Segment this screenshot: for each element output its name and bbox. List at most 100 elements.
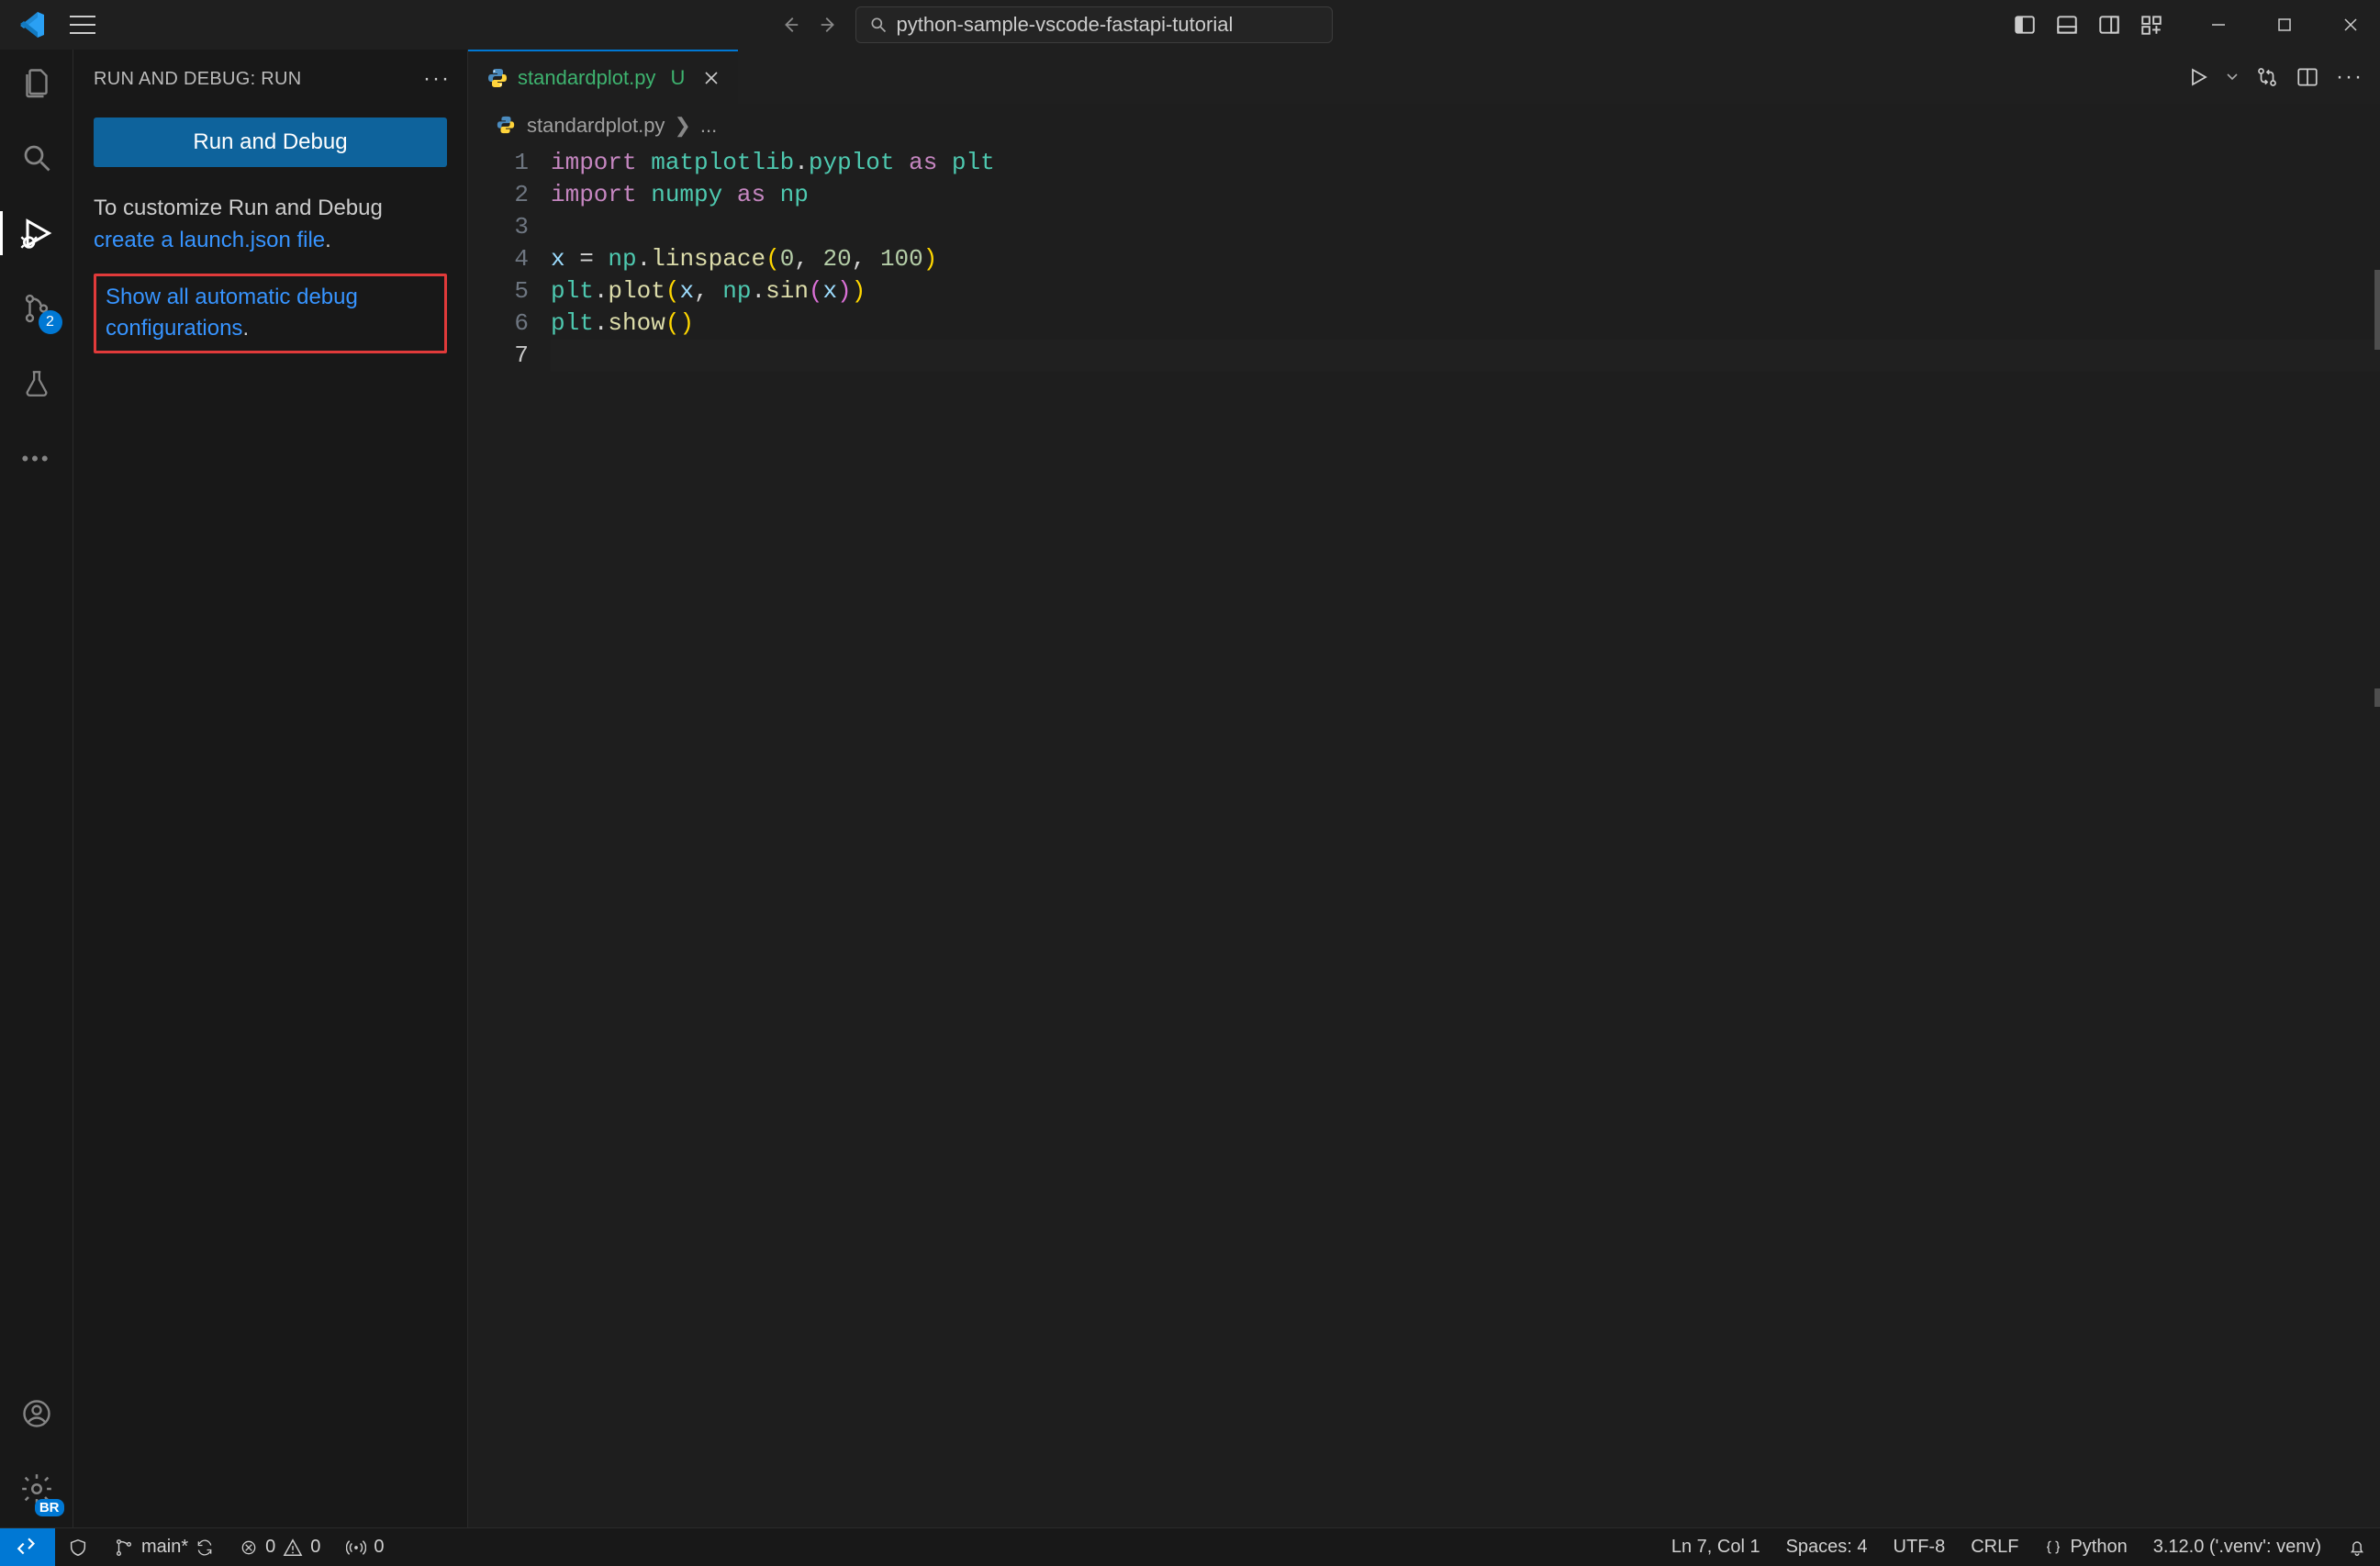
tab-close-button[interactable]	[703, 70, 720, 86]
editor-more-button[interactable]: ···	[2336, 64, 2363, 90]
search-icon	[869, 16, 888, 34]
run-debug-sidebar: RUN AND DEBUG: RUN ··· Run and Debug To …	[73, 50, 468, 1527]
window-maximize-button[interactable]	[2263, 6, 2307, 44]
tab-filename: standardplot.py	[518, 66, 655, 90]
status-language[interactable]: Python	[2031, 1528, 2140, 1566]
minimize-icon	[2210, 17, 2227, 33]
split-editor-button[interactable]	[2296, 65, 2319, 89]
port-count: 0	[374, 1537, 384, 1558]
files-icon	[20, 66, 53, 99]
customize-prefix: To customize Run and Debug	[94, 196, 383, 220]
status-problems[interactable]: 0 0	[227, 1528, 333, 1566]
highlight-annotation: Show all automatic debug configurations.	[94, 274, 447, 354]
split-horizontal-icon	[2296, 65, 2319, 89]
account-icon	[20, 1397, 53, 1430]
maximize-icon	[2277, 17, 2292, 32]
customize-suffix: .	[325, 228, 331, 252]
language-text: Python	[2070, 1537, 2127, 1558]
run-file-button[interactable]	[2187, 66, 2209, 88]
overview-ruler-marker	[2367, 270, 2380, 350]
status-bar: main* 0 0 0 Ln 7, Col 1 Spaces: 4 UTF-8 …	[0, 1527, 2380, 1566]
braces-icon	[2044, 1538, 2062, 1557]
code-content[interactable]: import matplotlib.pyplot as pltimport nu…	[551, 147, 2380, 1527]
hamburger-icon	[70, 16, 95, 34]
customize-text: To customize Run and Debug create a laun…	[94, 193, 447, 257]
editor-area: standardplot.py U ···	[468, 50, 2380, 1527]
remote-button[interactable]	[0, 1528, 55, 1566]
activity-settings[interactable]: BR	[15, 1467, 59, 1511]
source-control-badge: 2	[39, 310, 62, 334]
create-launch-json-link[interactable]: create a launch.json file	[94, 228, 325, 252]
status-notifications[interactable]	[2334, 1528, 2380, 1566]
overview-ruler-marker	[2367, 688, 2380, 707]
error-icon	[240, 1538, 258, 1557]
compare-changes-button[interactable]	[2255, 65, 2279, 89]
status-eol[interactable]: CRLF	[1958, 1528, 2031, 1566]
panel-left-icon	[2013, 13, 2037, 37]
ellipsis-icon: •••	[21, 447, 50, 471]
window-minimize-button[interactable]	[2196, 6, 2240, 44]
activity-more[interactable]: •••	[15, 437, 59, 481]
sidebar-title: RUN AND DEBUG: RUN	[94, 69, 302, 90]
python-file-icon	[496, 115, 518, 137]
sync-icon	[196, 1538, 214, 1557]
activity-run-debug[interactable]	[15, 211, 59, 255]
code-editor[interactable]: 1234567 import matplotlib.pyplot as plti…	[468, 147, 2380, 1527]
layout-left-button[interactable]	[2006, 6, 2044, 44]
run-and-debug-button[interactable]: Run and Debug	[94, 117, 447, 167]
sidebar-more-button[interactable]: ···	[423, 66, 451, 92]
run-dropdown-button[interactable]	[2226, 71, 2239, 84]
warning-count: 0	[310, 1537, 320, 1558]
play-icon	[2187, 66, 2209, 88]
activity-testing[interactable]	[15, 362, 59, 406]
chevron-right-icon: ❯	[674, 114, 690, 138]
show-all-configs-link[interactable]: Show all automatic debug configurations	[106, 285, 358, 341]
activity-accounts[interactable]	[15, 1392, 59, 1436]
status-encoding[interactable]: UTF-8	[1881, 1528, 1959, 1566]
broadcast-icon	[346, 1538, 366, 1558]
show-all-suffix: .	[242, 316, 249, 341]
tab-modified-indicator: U	[670, 66, 685, 90]
status-cursor[interactable]: Ln 7, Col 1	[1659, 1528, 1773, 1566]
status-trusted[interactable]	[55, 1528, 101, 1566]
nav-back-button[interactable]	[775, 13, 806, 37]
breadcrumb-bar[interactable]: standardplot.py ❯ ...	[468, 105, 2380, 147]
customize-layout-button[interactable]	[2132, 6, 2171, 44]
layout-right-button[interactable]	[2090, 6, 2129, 44]
title-bar: python-sample-vscode-fastapi-tutorial	[0, 0, 2380, 50]
app-menu-button[interactable]	[64, 10, 101, 39]
git-compare-icon	[2255, 65, 2279, 89]
nav-forward-button[interactable]	[813, 13, 844, 37]
activity-explorer[interactable]	[15, 61, 59, 105]
activity-bar: 2 ••• BR	[0, 50, 73, 1527]
arrow-left-icon	[780, 15, 800, 35]
panel-bottom-icon	[2055, 13, 2079, 37]
editor-tab-standardplot[interactable]: standardplot.py U	[468, 50, 738, 104]
remote-icon	[16, 1536, 39, 1560]
shield-icon	[68, 1538, 88, 1558]
editor-tab-bar: standardplot.py U ···	[468, 50, 2380, 105]
breadcrumb-tail[interactable]: ...	[700, 114, 717, 138]
branch-name: main*	[141, 1537, 188, 1558]
editor-scrollbar[interactable]	[2363, 147, 2380, 1527]
chevron-down-icon	[2226, 71, 2239, 84]
status-branch[interactable]: main*	[101, 1528, 227, 1566]
command-center-text: python-sample-vscode-fastapi-tutorial	[897, 13, 1234, 37]
activity-search[interactable]	[15, 136, 59, 180]
layout-grid-icon	[2140, 13, 2163, 37]
status-ports[interactable]: 0	[333, 1528, 397, 1566]
status-indent[interactable]: Spaces: 4	[1773, 1528, 1881, 1566]
breadcrumb-file[interactable]: standardplot.py	[527, 114, 665, 138]
command-center-search[interactable]: python-sample-vscode-fastapi-tutorial	[855, 6, 1333, 43]
status-interpreter[interactable]: 3.12.0 ('.venv': venv)	[2140, 1528, 2334, 1566]
close-icon	[703, 70, 720, 86]
search-icon	[20, 141, 53, 174]
error-count: 0	[265, 1537, 275, 1558]
close-icon	[2342, 17, 2359, 33]
panel-right-icon	[2097, 13, 2121, 37]
window-close-button[interactable]	[2329, 6, 2373, 44]
activity-source-control[interactable]: 2	[15, 286, 59, 330]
run-debug-icon	[18, 215, 55, 252]
layout-bottom-button[interactable]	[2048, 6, 2086, 44]
beaker-icon	[21, 368, 52, 399]
